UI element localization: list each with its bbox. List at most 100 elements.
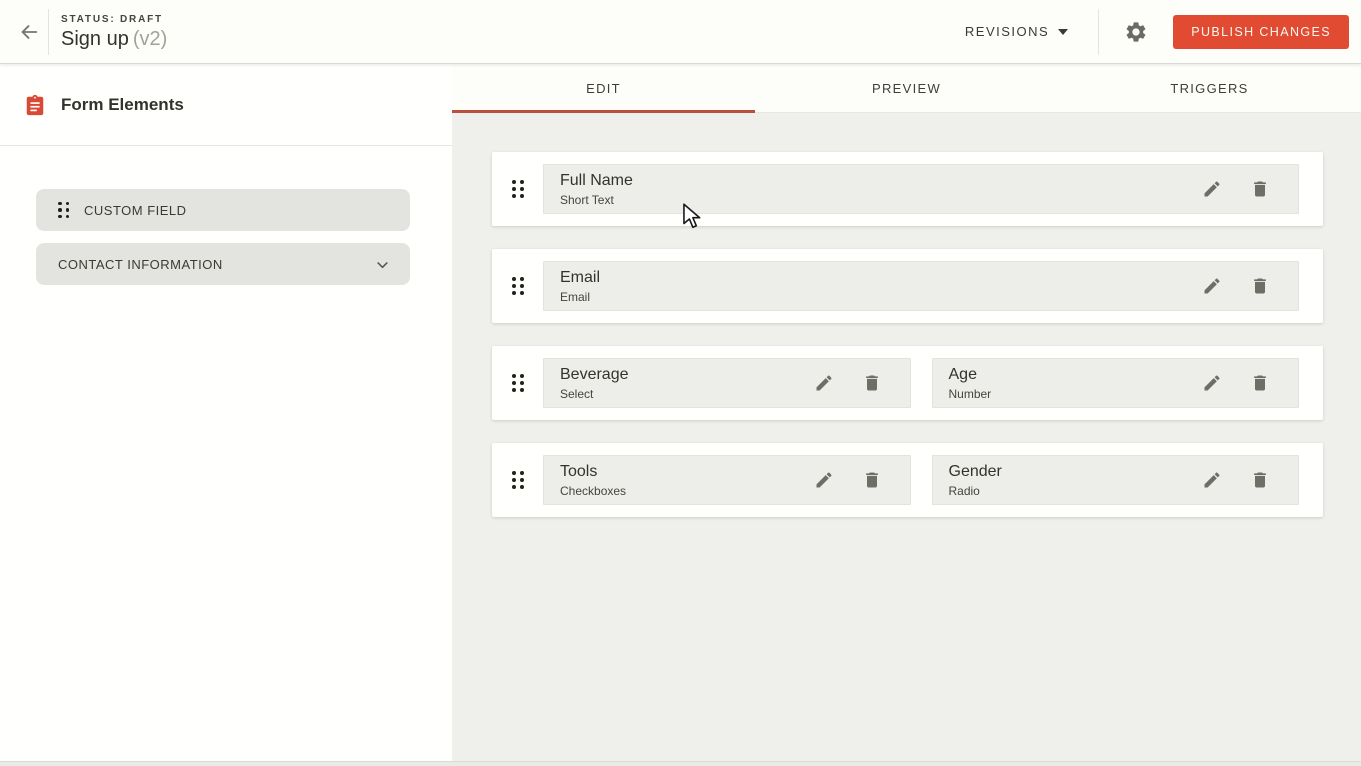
row-fields: Full Name Short Text xyxy=(543,164,1299,214)
delete-field-button[interactable] xyxy=(862,373,882,393)
revisions-dropdown[interactable]: REVISIONS xyxy=(961,16,1072,47)
field-text: Gender Radio xyxy=(949,462,1203,498)
page-title: Sign up xyxy=(61,28,129,50)
gear-icon xyxy=(1124,20,1148,44)
edit-field-button[interactable] xyxy=(814,373,834,393)
field-title: Age xyxy=(949,365,1203,384)
field-item[interactable]: Full Name Short Text xyxy=(543,164,1299,214)
revisions-label: REVISIONS xyxy=(965,24,1049,39)
field-actions xyxy=(1202,276,1270,296)
settings-button[interactable] xyxy=(1113,9,1159,55)
drag-handle-icon xyxy=(58,202,69,219)
form-title-block: STATUS: DRAFT Sign up(v2) xyxy=(61,12,167,51)
sidebar: Form Elements CUSTOM FIELD CONTACT INFOR… xyxy=(0,64,452,761)
tab-edit[interactable]: EDIT xyxy=(452,64,755,112)
drag-handle-icon xyxy=(512,277,524,295)
row-fields: Tools Checkboxes Gender Radio xyxy=(543,455,1299,505)
pencil-icon xyxy=(1202,373,1222,393)
field-type: Short Text xyxy=(560,193,1202,207)
field-row-card: Tools Checkboxes Gender Radio xyxy=(492,443,1323,517)
field-type: Select xyxy=(560,387,814,401)
field-type: Number xyxy=(949,387,1203,401)
field-item[interactable]: Beverage Select xyxy=(543,358,911,408)
field-type: Checkboxes xyxy=(560,484,814,498)
page-title-version: (v2) xyxy=(133,28,167,50)
field-text: Beverage Select xyxy=(560,365,814,401)
field-title: Beverage xyxy=(560,365,814,384)
edit-field-button[interactable] xyxy=(814,470,834,490)
edit-field-button[interactable] xyxy=(1202,276,1222,296)
trash-icon xyxy=(1250,276,1270,296)
delete-field-button[interactable] xyxy=(1250,276,1270,296)
field-actions xyxy=(1202,470,1270,490)
chevron-down-icon xyxy=(375,257,390,272)
drag-handle-icon xyxy=(512,374,524,392)
trash-icon xyxy=(1250,179,1270,199)
tab-preview[interactable]: PREVIEW xyxy=(755,64,1058,112)
publish-changes-button[interactable]: PUBLISH CHANGES xyxy=(1173,15,1349,49)
topbar-divider xyxy=(1098,9,1099,55)
row-drag-handle[interactable] xyxy=(492,374,543,392)
pencil-icon xyxy=(1202,470,1222,490)
fields-list: Full Name Short Text Email Email xyxy=(452,113,1361,517)
field-text: Age Number xyxy=(949,365,1203,401)
back-arrow-icon xyxy=(18,21,40,43)
sidebar-item-label: CONTACT INFORMATION xyxy=(58,257,375,272)
trash-icon xyxy=(1250,470,1270,490)
field-item[interactable]: Email Email xyxy=(543,261,1299,311)
drag-handle-icon xyxy=(512,180,524,198)
sidebar-item-contact-information[interactable]: CONTACT INFORMATION xyxy=(36,243,410,285)
top-bar: STATUS: DRAFT Sign up(v2) REVISIONS PUBL… xyxy=(0,0,1361,64)
field-item[interactable]: Tools Checkboxes xyxy=(543,455,911,505)
pencil-icon xyxy=(814,470,834,490)
field-row-card: Full Name Short Text xyxy=(492,152,1323,226)
field-text: Full Name Short Text xyxy=(560,171,1202,207)
sidebar-header: Form Elements xyxy=(0,64,452,146)
field-actions xyxy=(814,470,882,490)
edit-field-button[interactable] xyxy=(1202,373,1222,393)
field-item[interactable]: Gender Radio xyxy=(932,455,1300,505)
field-actions xyxy=(1202,373,1270,393)
row-fields: Beverage Select Age Number xyxy=(543,358,1299,408)
tab-triggers[interactable]: TRIGGERS xyxy=(1058,64,1361,112)
field-actions xyxy=(814,373,882,393)
field-type: Radio xyxy=(949,484,1203,498)
sidebar-item-label: CUSTOM FIELD xyxy=(84,203,187,218)
main-panel: EDIT PREVIEW TRIGGERS Full Name Short Te… xyxy=(452,64,1361,761)
field-type: Email xyxy=(560,290,1202,304)
status-badge: STATUS: DRAFT xyxy=(61,14,167,25)
delete-field-button[interactable] xyxy=(1250,470,1270,490)
field-item[interactable]: Age Number xyxy=(932,358,1300,408)
row-drag-handle[interactable] xyxy=(492,277,543,295)
delete-field-button[interactable] xyxy=(862,470,882,490)
edit-field-button[interactable] xyxy=(1202,179,1222,199)
clipboard-icon xyxy=(24,94,46,116)
tab-bar: EDIT PREVIEW TRIGGERS xyxy=(452,64,1361,113)
field-text: Tools Checkboxes xyxy=(560,462,814,498)
field-title: Email xyxy=(560,268,1202,287)
drag-handle-icon xyxy=(512,471,524,489)
row-drag-handle[interactable] xyxy=(492,180,543,198)
field-row-card: Email Email xyxy=(492,249,1323,323)
field-text: Email Email xyxy=(560,268,1202,304)
field-title: Full Name xyxy=(560,171,1202,190)
delete-field-button[interactable] xyxy=(1250,179,1270,199)
pencil-icon xyxy=(1202,179,1222,199)
caret-down-icon xyxy=(1058,29,1068,35)
bottom-edge-strip xyxy=(0,761,1361,766)
field-title: Tools xyxy=(560,462,814,481)
field-actions xyxy=(1202,179,1270,199)
delete-field-button[interactable] xyxy=(1250,373,1270,393)
pencil-icon xyxy=(814,373,834,393)
field-title: Gender xyxy=(949,462,1203,481)
sidebar-item-custom-field[interactable]: CUSTOM FIELD xyxy=(36,189,410,231)
edit-field-button[interactable] xyxy=(1202,470,1222,490)
sidebar-items: CUSTOM FIELD CONTACT INFORMATION xyxy=(0,146,452,285)
back-button[interactable] xyxy=(10,13,48,51)
topbar-divider xyxy=(48,9,49,55)
trash-icon xyxy=(862,373,882,393)
pencil-icon xyxy=(1202,276,1222,296)
row-fields: Email Email xyxy=(543,261,1299,311)
row-drag-handle[interactable] xyxy=(492,471,543,489)
field-row-card: Beverage Select Age Number xyxy=(492,346,1323,420)
